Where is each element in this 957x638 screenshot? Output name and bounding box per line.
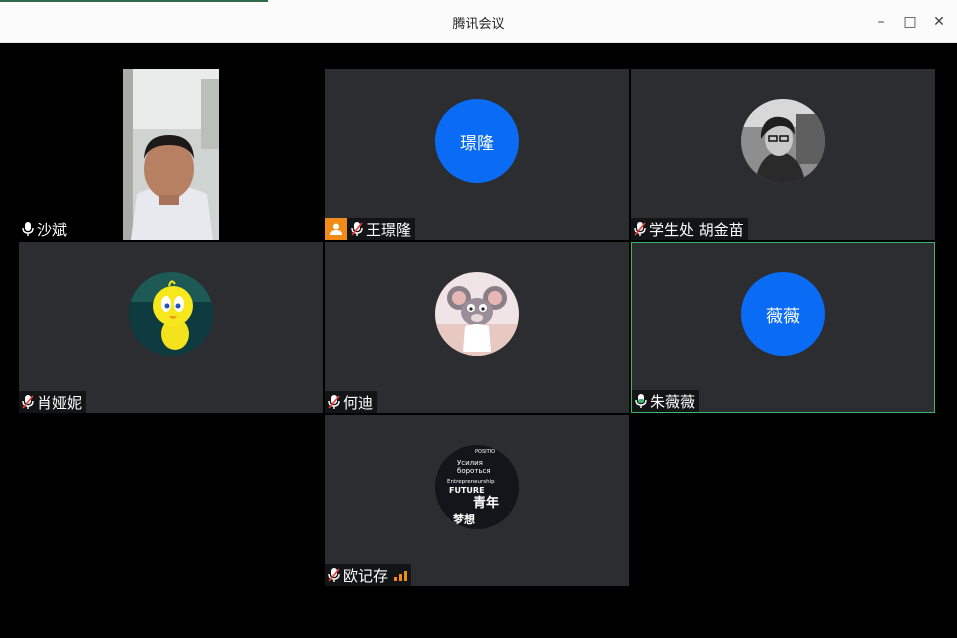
participant-name: 王璟隆 [366,220,412,239]
participant-nameplate: 何迪 [325,391,378,413]
participant-tile-xiaoyani[interactable]: 肖娅妮 [19,242,323,413]
participant-nameplate: 学生处 胡金苗 [631,218,748,240]
participant-name: 肖娅妮 [37,393,83,412]
window-title: 腾讯会议 [452,17,505,32]
participant-nameplate: 欧记存 [325,564,412,586]
microphone-muted-icon [22,395,34,409]
participant-name: 何迪 [343,393,374,412]
microphone-muted-icon [634,222,646,236]
video-feed [123,69,219,240]
microphone-icon [22,222,34,236]
poster-text: POSITIO [475,449,495,455]
poster-text: 梦想 [453,512,475,526]
poster-text: Усилия [457,459,483,467]
participant-nameplate: 肖娅妮 [19,391,87,413]
microphone-muted-icon [328,395,340,409]
participant-name: 朱薇薇 [650,392,696,411]
video-grid: 沙斌 璟隆 王璟隆 学生处 胡金苗 肖娅妮 何迪 薇薇 朱薇薇 POSITIO … [0,43,957,638]
poster-text: Entrepreneurship [447,479,495,485]
cartoon-bird-avatar [129,272,213,356]
participant-tile-wangjinglong[interactable]: 璟隆 王璟隆 [325,69,629,240]
microphone-active-icon [635,394,647,408]
poster-avatar: POSITIO Усилия бороться Entrepreneurship… [435,445,519,529]
cartoon-mouse-avatar [435,272,519,356]
participant-tile-oujicun[interactable]: POSITIO Усилия бороться Entrepreneurship… [325,415,629,586]
title-accent-line [0,0,268,2]
poster-text: 青年 [473,495,499,511]
participant-nameplate: 王璟隆 [325,218,416,240]
avatar: 薇薇 [741,272,825,356]
participant-name: 沙斌 [37,220,68,239]
close-button[interactable]: ✕ [929,12,949,32]
host-user-icon [325,218,347,240]
poster-text: FUTURE [449,486,485,495]
minimize-button[interactable]: – [871,12,891,32]
participant-nameplate: 朱薇薇 [632,390,700,412]
title-bar: 腾讯会议 – □ ✕ [0,0,957,43]
weak-signal-icon [394,569,408,581]
poster-text: бороться [457,467,491,475]
participant-name: 欧记存 [343,566,389,585]
participant-tile-hedi[interactable]: 何迪 [325,242,629,413]
avatar: 璟隆 [435,99,519,183]
photo-avatar [741,99,825,183]
microphone-muted-icon [351,222,363,236]
microphone-muted-icon [328,568,340,582]
participant-tile-zhuweiwei[interactable]: 薇薇 朱薇薇 [631,242,935,413]
participant-tile-shabin[interactable]: 沙斌 [19,69,323,240]
participant-tile-hujinmiao[interactable]: 学生处 胡金苗 [631,69,935,240]
participant-name: 学生处 胡金苗 [649,220,744,239]
participant-nameplate: 沙斌 [19,218,71,240]
maximize-button[interactable]: □ [900,12,920,32]
